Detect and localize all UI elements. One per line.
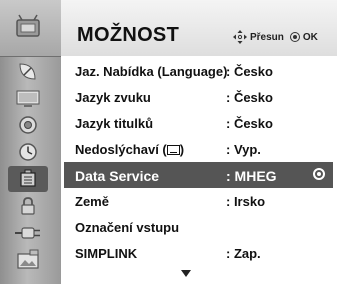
option-row-data-service[interactable]: Data Service : MHEG — [64, 162, 333, 188]
option-row-hard-of-hearing[interactable]: Nedoslýchaví () : Vyp. — [61, 136, 337, 162]
option-row-menu-language[interactable]: Jaz. Nabídka (Language) : Česko — [61, 58, 337, 84]
clock-time-icon[interactable] — [8, 139, 48, 165]
speaker-audio-icon[interactable] — [8, 112, 48, 138]
option-value: : Česko — [226, 116, 273, 131]
navigation-hint: Přesun OK — [233, 30, 318, 44]
ok-button-icon — [289, 32, 300, 42]
option-row-audio-language[interactable]: Jazyk zvuku : Česko — [61, 84, 337, 110]
setup-tv-icon — [8, 14, 48, 40]
option-row-simplink[interactable]: SIMPLINK : Zap. — [61, 240, 337, 266]
option-label: Označení vstupu — [75, 220, 180, 235]
screen-picture-icon[interactable] — [8, 85, 48, 111]
option-label: Data Service — [75, 168, 160, 184]
scroll-down-arrow-icon[interactable] — [181, 270, 191, 277]
option-row-country[interactable]: Země : Irsko — [61, 188, 337, 214]
usb-photo-icon[interactable] — [8, 247, 48, 273]
lock-icon[interactable] — [8, 193, 48, 219]
option-list: Jaz. Nabídka (Language) : Česko Jazyk zv… — [61, 58, 337, 266]
option-label: Nedoslýchaví () — [75, 142, 185, 157]
selected-radio-icon — [313, 168, 325, 180]
option-value: : MHEG — [226, 168, 277, 184]
hint-ok-label: OK — [302, 31, 318, 43]
option-label: Země — [75, 194, 109, 209]
subtitle-cc-icon — [166, 145, 180, 155]
option-label: Jazyk titulků — [75, 116, 154, 131]
input-plug-icon[interactable] — [8, 220, 48, 246]
option-value: : Vyp. — [226, 142, 261, 157]
option-menu: MOŽNOST Přesun OK Jaz. Nabídka (Language… — [0, 0, 337, 284]
move-arrows-icon — [233, 30, 247, 44]
page-title: MOŽNOST — [77, 24, 180, 46]
option-value: : Česko — [226, 64, 273, 79]
sidebar-header — [0, 0, 61, 57]
option-row-subtitle-language[interactable]: Jazyk titulků : Česko — [61, 110, 337, 136]
hint-move-label: Přesun — [250, 31, 284, 43]
option-value: : Zap. — [226, 246, 261, 261]
option-box-icon[interactable] — [8, 166, 48, 192]
option-label: Jaz. Nabídka (Language) — [75, 64, 228, 79]
option-value: : Česko — [226, 90, 273, 105]
satellite-dish-icon[interactable] — [8, 58, 48, 84]
option-row-input-label[interactable]: Označení vstupu — [61, 214, 337, 240]
option-label: Jazyk zvuku — [75, 90, 151, 105]
option-label: SIMPLINK — [75, 246, 138, 261]
option-value: : Irsko — [226, 194, 266, 209]
menu-sidebar — [0, 0, 61, 284]
menu-header: MOŽNOST Přesun OK — [61, 0, 337, 56]
